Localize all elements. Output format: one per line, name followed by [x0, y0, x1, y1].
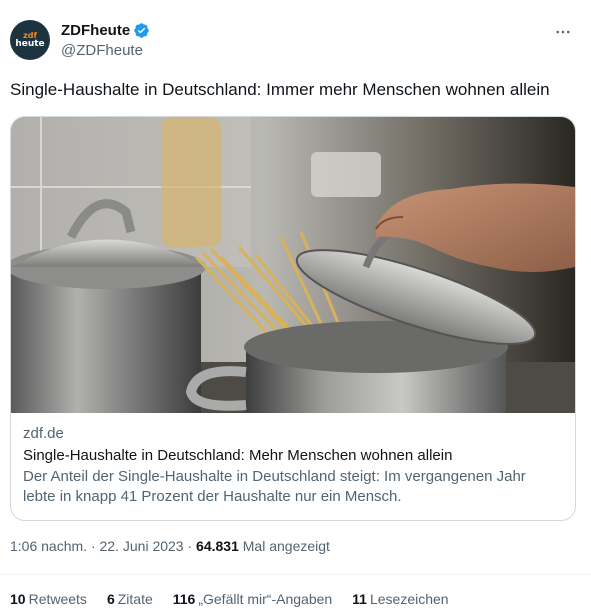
divider	[0, 574, 591, 575]
handle[interactable]: @ZDFheute	[61, 42, 150, 59]
more-dots-glyph	[556, 30, 570, 34]
stat-quotes[interactable]: 6 Zitate	[107, 591, 153, 607]
tweet-text: Single-Haushalte in Deutschland: Immer m…	[10, 80, 550, 99]
stat-count: 10	[10, 591, 26, 607]
more-horizontal-icon[interactable]	[553, 22, 573, 42]
card-title[interactable]: Single-Haushalte in Deutschland: Mehr Me…	[23, 447, 568, 464]
tweet-meta: 1:06 nachm. · 22. Juni 2023 · 64.831 Mal…	[10, 538, 330, 554]
stat-count: 6	[106, 591, 115, 607]
tweet-header: zdf heute ZDFheute @ZDFheute	[10, 18, 581, 66]
stat-count: 116	[172, 591, 196, 607]
meta-separator: ·	[87, 538, 100, 554]
stat-count: 11	[352, 591, 367, 607]
engagement-stats: 10 Retweets 6 Zitate 116 „Gefällt mir“-Anga…	[10, 591, 469, 607]
card-description: Der Anteil der Single-Haushalte in Deuts…	[23, 468, 526, 505]
tweet-time[interactable]: 1:06 nachm.	[10, 538, 87, 554]
display-name-row: ZDFheute	[61, 20, 150, 40]
stat-label: „Gefällt mir“-Angaben	[198, 591, 333, 607]
stat-label: Retweets	[28, 591, 87, 607]
card-image[interactable]	[11, 117, 575, 413]
stat-label: Zitate	[117, 591, 153, 607]
view-count: 64.831	[196, 538, 239, 554]
tweet-date[interactable]: 22. Juni 2023	[100, 538, 184, 554]
account-names: ZDFheute @ZDFheute	[61, 20, 150, 59]
verified-badge-icon[interactable]	[133, 22, 150, 39]
stat-likes[interactable]: 116 „Gefällt mir“-Angaben	[173, 591, 332, 607]
display-name[interactable]: ZDFheute	[61, 22, 130, 39]
card-domain[interactable]: zdf.de	[23, 425, 568, 445]
stat-label: Lesezeichen	[369, 591, 449, 607]
view-label: Mal angezeigt	[242, 538, 330, 554]
card-meta: zdf.de Single-Haushalte in Deutschland: …	[23, 425, 568, 507]
link-card[interactable]: zdf.de Single-Haushalte in Deutschland: …	[10, 116, 576, 521]
avatar[interactable]: zdf heute	[10, 20, 50, 60]
meta-separator: ·	[183, 538, 197, 554]
avatar-text-bottom: heute	[15, 39, 45, 49]
stat-retweets[interactable]: 10 Retweets	[10, 591, 87, 607]
stat-bookmarks[interactable]: 11 Lesezeichen	[352, 591, 448, 607]
